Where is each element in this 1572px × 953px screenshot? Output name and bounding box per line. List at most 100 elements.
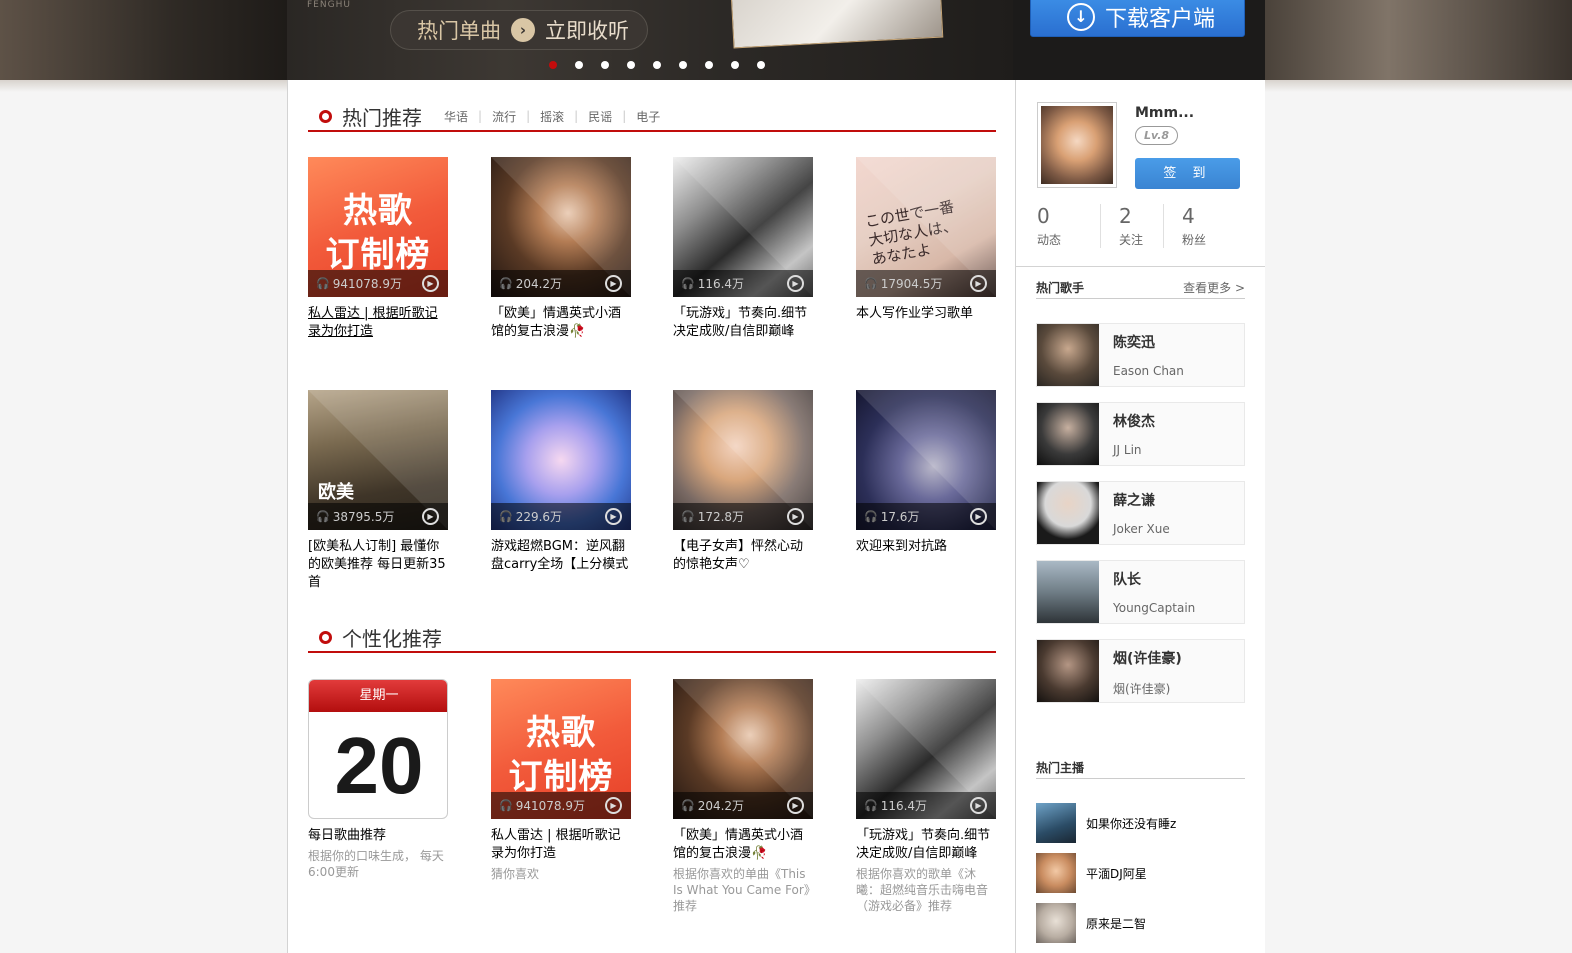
playlist-cover[interactable]: 🎧 204.2万 ▶ [491,157,631,297]
anchor-item[interactable]: 平湎DJ阿星 [1036,853,1245,893]
singer-alias: YoungCaptain [1113,601,1196,615]
genre-tag[interactable]: 流行 [492,108,516,125]
anchor-item[interactable]: 原来是二智 [1036,903,1245,943]
anchor-name[interactable]: 平湎DJ阿星 [1086,865,1147,882]
playlist-title[interactable]: 「玩游戏」节奏向.细节决定成败/自信即巅峰 [856,827,996,863]
play-icon[interactable]: ▶ [605,797,622,814]
daily-recommend-card[interactable]: 星期一 20 每日歌曲推荐 根据你的口味生成， 每天6:00更新 [308,679,448,880]
playlist-cover[interactable]: この世で一番大切な人は、あなたよ 🎧 17904.5万 ▶ [856,157,996,297]
playlist-card[interactable]: 🎧 229.6万 ▶ 游戏超燃BGM：逆风翻盘carry全场【上分模式 [491,390,631,574]
playlist-card[interactable]: 🎧 204.2万 ▶ 「欧美」情遇英式小酒馆的复古浪漫🥀 [491,157,631,341]
carousel-dot[interactable] [705,61,713,69]
play-icon[interactable]: ▶ [970,275,987,292]
banner-listen-pill[interactable]: 热门单曲 › 立即收听 [390,10,648,50]
playlist-cover[interactable]: 欧美 🎧 38795.5万 ▶ [308,390,448,530]
anchor-photo[interactable] [1036,853,1076,893]
playlist-title[interactable]: 「欧美」情遇英式小酒馆的复古浪漫🥀 [491,305,631,341]
singer-name: 烟(许佳豪) [1113,651,1182,667]
playlist-card[interactable]: 🎧 116.4万 ▶ 「玩游戏」节奏向.细节决定成败/自信即巅峰 [673,157,813,341]
playlist-title[interactable]: [欧美私人订制] 最懂你的欧美推荐 每日更新35首 [308,538,448,592]
avatar[interactable] [1037,102,1117,188]
level-badge[interactable]: Lv.8 [1135,126,1178,145]
play-count: 116.4万 [697,277,745,291]
stat-follows[interactable]: 2 关注 [1100,204,1163,248]
genre-tag[interactable]: 民谣 [588,108,612,125]
carousel-dot[interactable] [575,61,583,69]
playlist-card[interactable]: 热歌 订制榜 🎧 941078.9万 ▶ 私人雷达 | 根据听歌记录为你打造 猜… [491,679,631,882]
play-icon[interactable]: ▶ [970,797,987,814]
playlist-title[interactable]: 【电子女声】怦然心动的惊艳女声♡ [673,538,813,574]
singer-item[interactable]: 林俊杰 JJ Lin [1036,402,1245,466]
playlist-card[interactable]: 🎧 116.4万 ▶ 「玩游戏」节奏向.细节决定成败/自信即巅峰 根据你喜欢的歌… [856,679,996,914]
playlist-cover[interactable]: 🎧 204.2万 ▶ [673,679,813,819]
playlist-title[interactable]: 私人雷达 | 根据听歌记录为你打造 [308,305,448,341]
play-icon[interactable]: ▶ [787,508,804,525]
hot-recommend-title[interactable]: 热门推荐 [342,102,422,131]
playlist-title[interactable]: 「玩游戏」节奏向.细节决定成败/自信即巅峰 [673,305,813,341]
playlist-cover[interactable]: 🎧 172.8万 ▶ [673,390,813,530]
playlist-card[interactable]: 🎧 17.6万 ▶ 欢迎来到对抗路 [856,390,996,556]
playlist-title[interactable]: 每日歌曲推荐 [308,827,448,845]
download-client-button[interactable]: ↓ 下载客户端 [1030,0,1245,37]
calendar-cover[interactable]: 星期一 20 [308,679,448,819]
playlist-card[interactable]: この世で一番大切な人は、あなたよ 🎧 17904.5万 ▶ 本人写作业学习歌单 [856,157,996,323]
carousel-dot[interactable] [757,61,765,69]
play-icon[interactable]: ▶ [787,275,804,292]
carousel-dot[interactable] [653,61,661,69]
playlist-card[interactable]: 🎧 204.2万 ▶ 「欧美」情遇英式小酒馆的复古浪漫🥀 根据你喜欢的单曲《Th… [673,679,813,914]
headphones-icon: 🎧 [499,510,513,523]
playlist-title[interactable]: 私人雷达 | 根据听歌记录为你打造 [491,827,631,863]
playlist-title[interactable]: 游戏超燃BGM：逆风翻盘carry全场【上分模式 [491,538,631,574]
carousel-dot[interactable] [679,61,687,69]
chevron-right-icon: › [511,18,535,42]
play-count: 38795.5万 [332,510,395,524]
more-link[interactable]: 查看更多 > [1183,279,1245,296]
play-icon[interactable]: ▶ [605,508,622,525]
playlist-card[interactable]: 热歌 订制榜 🎧 941078.9万 ▶ 私人雷达 | 根据听歌记录为你打造 [308,157,448,341]
stat-fans[interactable]: 4 粉丝 [1163,204,1226,248]
playlist-title[interactable]: 「欧美」情遇英式小酒馆的复古浪漫🥀 [673,827,813,863]
playlist-cover[interactable]: 🎧 229.6万 ▶ [491,390,631,530]
playlist-cover[interactable]: 热歌 订制榜 🎧 941078.9万 ▶ [491,679,631,819]
profile-name[interactable]: Mmm... [1135,105,1194,121]
anchor-photo[interactable] [1036,903,1076,943]
playlist-reason: 根据你喜欢的单曲《This Is What You Came For》推荐 [673,867,810,913]
singer-item[interactable]: 陈奕迅 Eason Chan [1036,323,1245,387]
singer-item[interactable]: 烟(许佳豪) 烟(许佳豪) [1036,639,1245,703]
playlist-cover[interactable]: 🎧 116.4万 ▶ [856,679,996,819]
banner-left-backdrop [0,0,287,80]
playlist-title[interactable]: 欢迎来到对抗路 [856,538,996,556]
genre-tag[interactable]: 华语 [444,108,468,125]
stat-events[interactable]: 0 动态 [1037,204,1100,248]
carousel-dot[interactable] [549,61,557,69]
anchor-photo[interactable] [1036,803,1076,843]
singer-item[interactable]: 薛之谦 Joker Xue [1036,481,1245,545]
genre-tag[interactable]: 电子 [636,108,660,125]
download-icon: ↓ [1067,2,1095,31]
stat-value: 2 [1119,204,1132,228]
play-icon[interactable]: ▶ [605,275,622,292]
anchor-name[interactable]: 如果你还没有睡z [1086,815,1176,832]
hot-anchors-title: 热门主播 [1036,761,1085,775]
carousel-dot[interactable] [731,61,739,69]
play-count: 204.2万 [515,277,563,291]
genre-tag[interactable]: 摇滚 [540,108,564,125]
signin-button[interactable]: 签 到 [1135,158,1240,189]
playlist-card[interactable]: 🎧 172.8万 ▶ 【电子女声】怦然心动的惊艳女声♡ [673,390,813,574]
playlist-card[interactable]: 欧美 🎧 38795.5万 ▶ [欧美私人订制] 最懂你的欧美推荐 每日更新35… [308,390,448,592]
play-icon[interactable]: ▶ [787,797,804,814]
play-icon[interactable]: ▶ [970,508,987,525]
singer-item[interactable]: 队长 YoungCaptain [1036,560,1245,624]
banner-carousel[interactable]: FENGHU 热门单曲 › 立即收听 [287,0,1013,80]
playlist-cover[interactable]: 🎧 17.6万 ▶ [856,390,996,530]
playlist-cover[interactable]: 热歌 订制榜 🎧 941078.9万 ▶ [308,157,448,297]
carousel-dot[interactable] [601,61,609,69]
playlist-cover[interactable]: 🎧 116.4万 ▶ [673,157,813,297]
playlist-title[interactable]: 本人写作业学习歌单 [856,305,996,323]
anchor-item[interactable]: 如果你还没有睡z [1036,803,1245,843]
carousel-dot[interactable] [627,61,635,69]
hot-recommend-header: 热门推荐 华语 | 流行 | 摇滚 | 民谣 | 电子 [308,102,996,132]
play-icon[interactable]: ▶ [422,275,439,292]
anchor-name[interactable]: 原来是二智 [1086,915,1146,932]
play-icon[interactable]: ▶ [422,508,439,525]
